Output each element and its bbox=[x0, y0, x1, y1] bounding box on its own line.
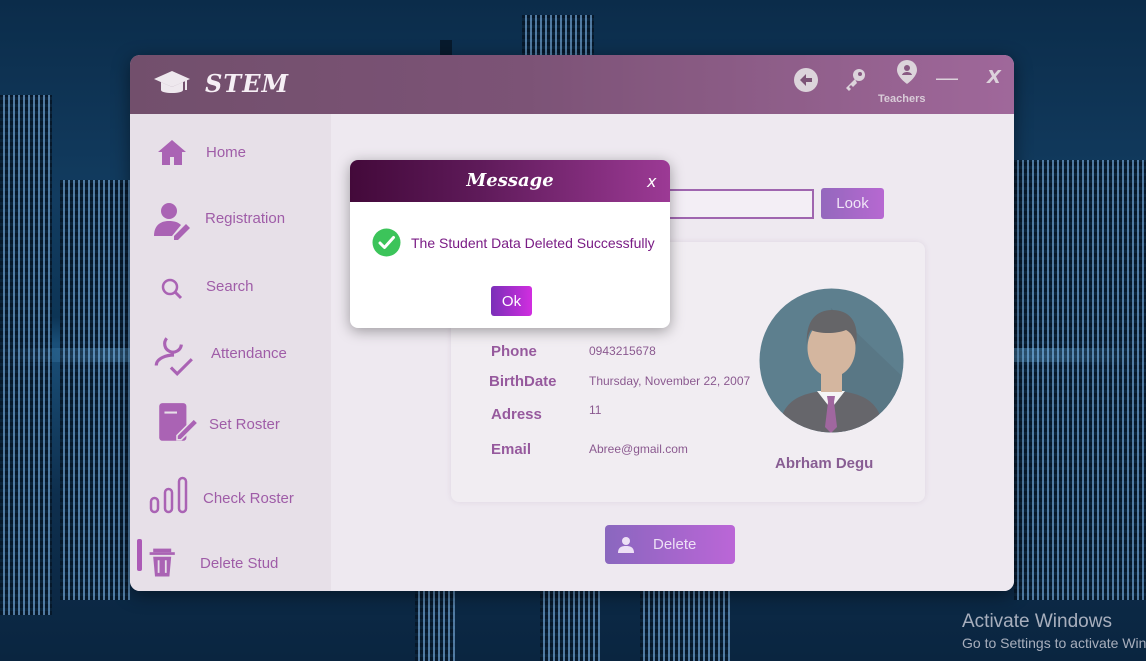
dialog-title: Message bbox=[466, 170, 554, 191]
success-check-icon bbox=[372, 228, 401, 257]
ok-button[interactable]: Ok bbox=[491, 286, 532, 316]
dialog-message: The Student Data Deleted Successfully bbox=[411, 235, 655, 251]
dialog-close-button[interactable]: x bbox=[647, 172, 656, 191]
message-dialog: Message x The Student Data Deleted Succe… bbox=[350, 160, 670, 328]
watermark-subtitle: Go to Settings to activate Windows. bbox=[962, 635, 1146, 651]
watermark-title: Activate Windows bbox=[962, 611, 1112, 632]
dialog-header: Message x bbox=[350, 160, 670, 202]
activate-windows-watermark: Activate Windows Go to Settings to activ… bbox=[962, 611, 1146, 651]
